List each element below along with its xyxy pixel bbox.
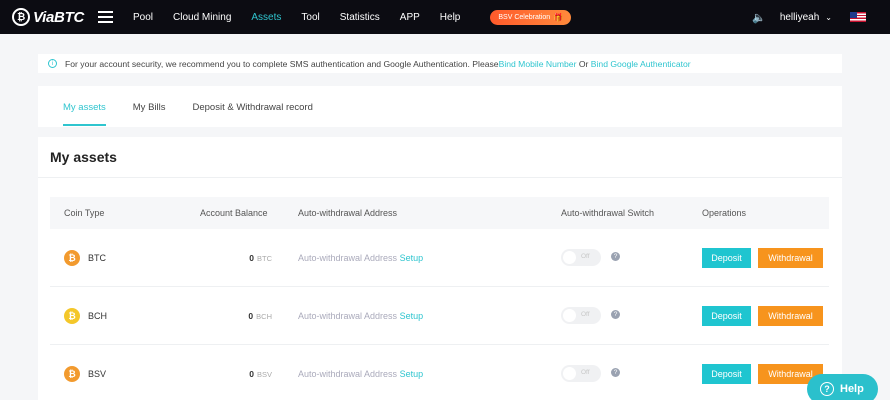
gift-icon: 🎁 xyxy=(553,12,564,22)
coin-name: BTC xyxy=(88,253,106,263)
chevron-down-icon: ⌄ xyxy=(825,12,832,22)
setup-link[interactable]: Setup xyxy=(400,369,424,379)
setup-link[interactable]: Setup xyxy=(400,311,424,321)
auto-withdrawal-toggle[interactable]: Off xyxy=(561,365,601,382)
nav-assets[interactable]: Assets xyxy=(251,12,281,23)
nav-help[interactable]: Help xyxy=(440,12,461,23)
logo-text: ViaBTC xyxy=(33,8,84,26)
account-balance: 0 BSV xyxy=(249,369,272,379)
table-row: ₿ BCH 0 BCH Auto-withdrawal Address Setup… xyxy=(50,287,829,345)
help-label: Help xyxy=(840,383,864,395)
deposit-button[interactable]: Deposit xyxy=(702,248,751,268)
auto-withdrawal-address: Auto-withdrawal Address Setup xyxy=(298,369,424,379)
help-button[interactable]: ? Help xyxy=(807,374,878,400)
us-flag-icon[interactable] xyxy=(850,12,866,22)
page-title: My assets xyxy=(50,149,117,165)
right-nav: 🔈 helliyeah ⌄ xyxy=(752,0,866,34)
coin-name: BSV xyxy=(88,369,107,379)
col-auto-withdrawal-address: Auto-withdrawal Address xyxy=(298,208,398,218)
bind-mobile-link[interactable]: Bind Mobile Number xyxy=(499,59,577,69)
tab-my-assets[interactable]: My assets xyxy=(63,86,106,127)
nav-tool[interactable]: Tool xyxy=(301,12,319,23)
username: helliyeah xyxy=(779,11,820,23)
table-header: Coin Type Account Balance Auto-withdrawa… xyxy=(50,197,829,229)
account-balance: 0 BTC xyxy=(249,253,272,263)
notice-text: For your account security, we recommend … xyxy=(65,58,499,69)
speaker-icon[interactable]: 🔈 xyxy=(752,11,766,24)
tab-deposit-withdrawal-record[interactable]: Deposit & Withdrawal record xyxy=(193,86,313,127)
bitcoin-logo-icon: ₿ xyxy=(12,8,30,26)
question-icon[interactable]: ? xyxy=(611,252,620,261)
bsv-coin-icon: ₿ xyxy=(64,366,80,382)
table-row: ₿ BTC 0 BTC Auto-withdrawal Address Setup… xyxy=(50,229,829,287)
btc-coin-icon: ₿ xyxy=(64,250,80,266)
main-nav: Pool Cloud Mining Assets Tool Statistics… xyxy=(123,12,470,23)
auto-withdrawal-toggle[interactable]: Off xyxy=(561,307,601,324)
col-operations: Operations xyxy=(702,208,747,218)
divider xyxy=(38,177,842,178)
nav-app[interactable]: APP xyxy=(400,12,420,23)
col-auto-withdrawal-switch: Auto-withdrawal Switch xyxy=(561,208,655,218)
bch-coin-icon: ₿ xyxy=(64,308,80,324)
coin-name: BCH xyxy=(88,311,108,321)
bind-google-link[interactable]: Bind Google Authenticator xyxy=(591,59,691,69)
nav-cloud-mining[interactable]: Cloud Mining xyxy=(173,12,231,23)
withdrawal-button[interactable]: Withdrawal xyxy=(758,248,823,268)
user-menu[interactable]: helliyeah ⌄ xyxy=(780,12,832,23)
menu-icon[interactable] xyxy=(98,11,113,23)
question-icon[interactable]: ? xyxy=(611,368,620,377)
col-account-balance: Account Balance xyxy=(200,208,268,218)
deposit-button[interactable]: Deposit xyxy=(702,364,751,384)
assets-panel: My assets Coin Type Account Balance Auto… xyxy=(38,137,842,400)
nav-pool[interactable]: Pool xyxy=(133,12,153,23)
deposit-button[interactable]: Deposit xyxy=(702,306,751,326)
viabtc-logo[interactable]: ₿ ViaBTC xyxy=(12,8,84,26)
auto-withdrawal-address: Auto-withdrawal Address Setup xyxy=(298,253,424,263)
col-coin-type: Coin Type xyxy=(64,208,105,218)
account-balance: 0 BCH xyxy=(248,311,272,321)
bsv-celebration-banner[interactable]: BSV Celebration 🎁 xyxy=(490,9,572,25)
setup-link[interactable]: Setup xyxy=(400,253,424,263)
question-icon[interactable]: ? xyxy=(611,310,620,319)
assets-tabs: My assets My Bills Deposit & Withdrawal … xyxy=(38,86,842,127)
top-navbar: ₿ ViaBTC Pool Cloud Mining Assets Tool S… xyxy=(0,0,890,34)
notice-or: Or xyxy=(576,58,591,69)
promo-label: BSV Celebration xyxy=(498,13,551,21)
auto-withdrawal-toggle[interactable]: Off xyxy=(561,249,601,266)
auto-withdrawal-address: Auto-withdrawal Address Setup xyxy=(298,311,424,321)
nav-statistics[interactable]: Statistics xyxy=(340,12,380,23)
table-row: ₿ BSV 0 BSV Auto-withdrawal Address Setup… xyxy=(50,345,829,400)
withdrawal-button[interactable]: Withdrawal xyxy=(758,306,823,326)
tab-my-bills[interactable]: My Bills xyxy=(133,86,166,127)
info-icon: i xyxy=(48,59,57,68)
security-notice: i For your account security, we recommen… xyxy=(38,54,842,73)
question-icon: ? xyxy=(820,382,834,396)
